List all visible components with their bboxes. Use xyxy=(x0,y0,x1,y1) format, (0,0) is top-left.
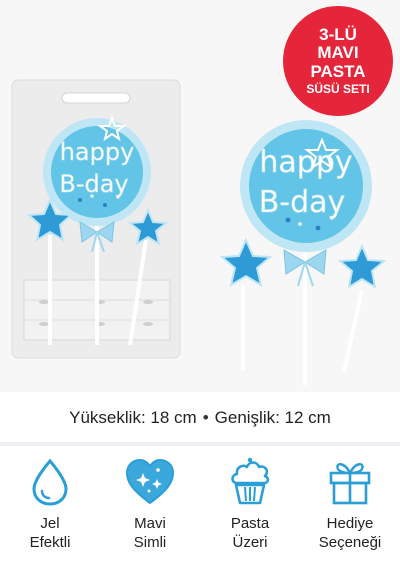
feature-label-line-1: Mavi xyxy=(134,515,166,532)
feature-label-line-2: Efektli xyxy=(29,533,71,551)
gift-icon xyxy=(323,455,377,509)
feature-item-glitter: Mavi Simli xyxy=(100,455,200,570)
section-divider xyxy=(0,442,400,446)
badge-line-4: SÜSÜ SETI xyxy=(306,82,370,97)
height-text: Yükseklik: 18 cm xyxy=(69,408,197,427)
feature-label-line-1: Jel xyxy=(40,515,60,532)
feature-label-line-1: Hediye xyxy=(326,515,374,532)
badge-line-2: MAVI xyxy=(317,43,359,63)
feature-item-cake: Pasta Üzeri xyxy=(200,455,300,570)
dimensions-line: Yükseklik: 18 cm • Genişlik: 12 cm xyxy=(0,400,400,436)
feature-item-gel: Jel Efektli xyxy=(0,455,100,570)
feature-label-line-2: Simli xyxy=(133,533,167,551)
feature-label-line-2: Seçeneği xyxy=(318,533,382,551)
product-image: happy B-day happy B-day 3-LÜ MAVI PASTA … xyxy=(0,0,400,392)
water-drop-icon xyxy=(23,455,77,509)
feature-label-line-1: Pasta xyxy=(230,515,270,532)
dimensions-separator: • xyxy=(202,408,209,427)
badge-line-3: PASTA xyxy=(310,61,366,81)
width-text: Genişlik: 12 cm xyxy=(214,408,331,427)
badge-line-1: 3-LÜ xyxy=(319,24,357,44)
feature-item-gift: Hediye Seçeneği xyxy=(300,455,400,570)
feature-label-line-2: Üzeri xyxy=(232,533,268,551)
cupcake-icon xyxy=(223,455,277,509)
feature-list: Jel Efektli Mavi Simli Pasta Üzeri Hediy… xyxy=(0,455,400,570)
left-topper-text-2: B-day xyxy=(59,170,128,198)
right-topper-text-2: B-day xyxy=(259,185,346,220)
heart-sparkle-icon xyxy=(123,455,177,509)
set-badge: 3-LÜ MAVI PASTA SÜSÜ SETI xyxy=(283,6,393,116)
left-topper-text-1: happy xyxy=(60,138,135,166)
